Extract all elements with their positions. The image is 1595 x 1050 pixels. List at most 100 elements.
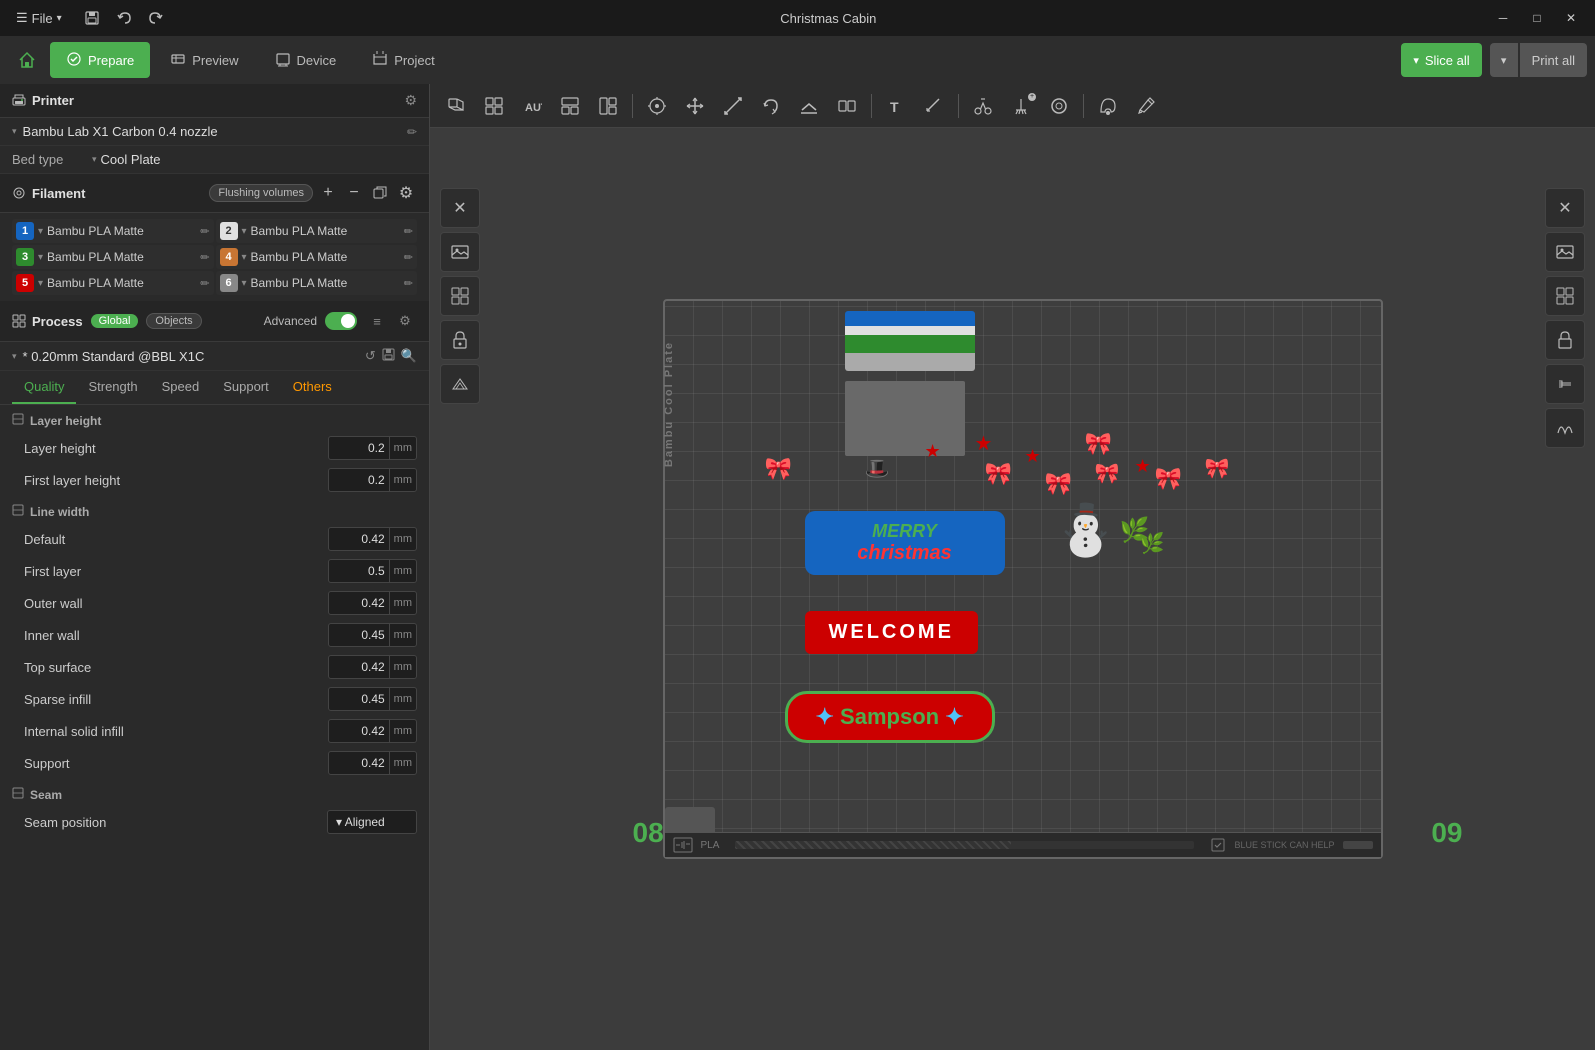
filament-5-edit[interactable]: ✏ [200,277,209,290]
support-value[interactable]: mm [328,751,417,775]
process-list-icon[interactable]: ≡ [365,309,389,333]
perspective-view-button[interactable] [438,90,474,122]
filament-item-3[interactable]: 3 ▾ Bambu PLA Matte ✏ [12,245,214,269]
filament-item-6[interactable]: 6 ▾ Bambu PLA Matte ✏ [216,271,418,295]
preview-paint-button[interactable] [1128,90,1164,122]
tab-support[interactable]: Support [211,371,281,404]
sparse-infill-input[interactable] [329,692,389,706]
right-close-button[interactable]: ✕ [1545,188,1585,228]
flatten-button[interactable] [791,90,827,122]
right-settings-button[interactable] [1545,364,1585,404]
filament-item-1[interactable]: 1 ▾ Bambu PLA Matte ✏ [12,219,214,243]
filament-item-2[interactable]: 2 ▾ Bambu PLA Matte ✏ [216,219,418,243]
filament-2-edit[interactable]: ✏ [404,225,413,238]
default-value[interactable]: mm [328,527,417,551]
minimize-button[interactable]: ─ [1487,4,1519,32]
remove-filament-button[interactable]: − [343,182,365,204]
objects-badge[interactable]: Objects [146,313,201,329]
text-tool-button[interactable]: T [878,90,914,122]
save-button[interactable] [78,4,106,32]
filament-3-edit[interactable]: ✏ [200,251,209,264]
global-badge[interactable]: Global [91,314,139,328]
project-tab[interactable]: Project [356,42,450,78]
preset-search-icon[interactable]: 🔍 [401,348,417,364]
first-layer-input[interactable] [329,564,389,578]
grid-view-button[interactable] [476,90,512,122]
split-button[interactable] [829,90,865,122]
add-filament-button[interactable]: + [317,182,339,204]
filament-item-5[interactable]: 5 ▾ Bambu PLA Matte ✏ [12,271,214,295]
measure-button[interactable] [916,90,952,122]
slice-all-button[interactable]: ▾ Slice all [1401,43,1481,77]
layout-button[interactable] [552,90,588,122]
right-grid-button[interactable] [1545,276,1585,316]
file-menu[interactable]: ☰ File ▾ [8,6,70,30]
process-tune-icon[interactable]: ⚙ [393,309,417,333]
print-dropdown-button[interactable]: ▾ [1490,43,1518,77]
bed-type-value[interactable]: ▾ Cool Plate [92,152,161,167]
preset-save-icon[interactable] [382,348,395,364]
prepare-tab[interactable]: Prepare [50,42,150,78]
colorize-button[interactable] [1090,90,1126,122]
tab-others[interactable]: Others [281,371,344,404]
close-panel-button[interactable]: ✕ [440,188,480,228]
tab-strength[interactable]: Strength [76,371,149,404]
rotate-button[interactable] [753,90,789,122]
internal-solid-input[interactable] [329,724,389,738]
print-bed[interactable]: Bambu Cool Plate 🎀 🎩 ★ ★ ★ [663,299,1383,859]
print-all-button[interactable]: Print all [1520,43,1587,77]
inner-wall-input[interactable] [329,628,389,642]
right-wave-button[interactable] [1545,408,1585,448]
wireframe-button[interactable] [440,364,480,404]
filament-1-edit[interactable]: ✏ [200,225,209,238]
default-input[interactable] [329,532,389,546]
flushing-volumes-button[interactable]: Flushing volumes [209,184,313,202]
auto-orient-button[interactable]: AUTO [514,90,550,122]
undo-button[interactable] [110,4,138,32]
filament-4-edit[interactable]: ✏ [404,251,413,264]
canvas-area[interactable]: ✕ ✕ [430,128,1595,1050]
hollow-button[interactable] [1041,90,1077,122]
top-surface-input[interactable] [329,660,389,674]
support-input[interactable] [329,756,389,770]
preset-refresh-icon[interactable]: ↺ [365,348,376,364]
arrange-button[interactable] [590,90,626,122]
top-surface-value[interactable]: mm [328,655,417,679]
device-tab[interactable]: Device [259,42,353,78]
move-button[interactable] [677,90,713,122]
printer-settings-icon[interactable]: ⚙ [404,92,417,109]
layer-height-input[interactable] [329,441,389,455]
right-lock-button[interactable] [1545,320,1585,360]
first-layer-value[interactable]: mm [328,559,417,583]
right-image-button[interactable] [1545,232,1585,272]
sparse-infill-value[interactable]: mm [328,687,417,711]
home-button[interactable] [8,42,46,78]
filament-6-edit[interactable]: ✏ [404,277,413,290]
select-button[interactable] [639,90,675,122]
image-panel-button[interactable] [440,232,480,272]
scale-button[interactable] [715,90,751,122]
seam-position-value[interactable]: ▾ Aligned [327,810,417,834]
close-button[interactable]: ✕ [1555,4,1587,32]
layer-height-value[interactable]: mm [328,436,417,460]
first-layer-height-input[interactable] [329,473,389,487]
support-button[interactable]: + [1003,90,1039,122]
filament-item-4[interactable]: 4 ▾ Bambu PLA Matte ✏ [216,245,418,269]
outer-wall-value[interactable]: mm [328,591,417,615]
filament-copy-button[interactable] [369,182,391,204]
tab-quality[interactable]: Quality [12,371,76,404]
cut-button[interactable] [965,90,1001,122]
tab-speed[interactable]: Speed [150,371,212,404]
grid-panel-button[interactable] [440,276,480,316]
filament-settings-button[interactable]: ⚙ [395,182,417,204]
first-layer-height-value[interactable]: mm [328,468,417,492]
maximize-button[interactable]: □ [1521,4,1553,32]
internal-solid-value[interactable]: mm [328,719,417,743]
outer-wall-input[interactable] [329,596,389,610]
redo-button[interactable] [142,4,170,32]
printer-edit-icon[interactable]: ✏ [407,125,417,139]
advanced-toggle[interactable] [325,312,357,330]
preview-tab[interactable]: Preview [154,42,254,78]
inner-wall-value[interactable]: mm [328,623,417,647]
lock-button[interactable] [440,320,480,360]
